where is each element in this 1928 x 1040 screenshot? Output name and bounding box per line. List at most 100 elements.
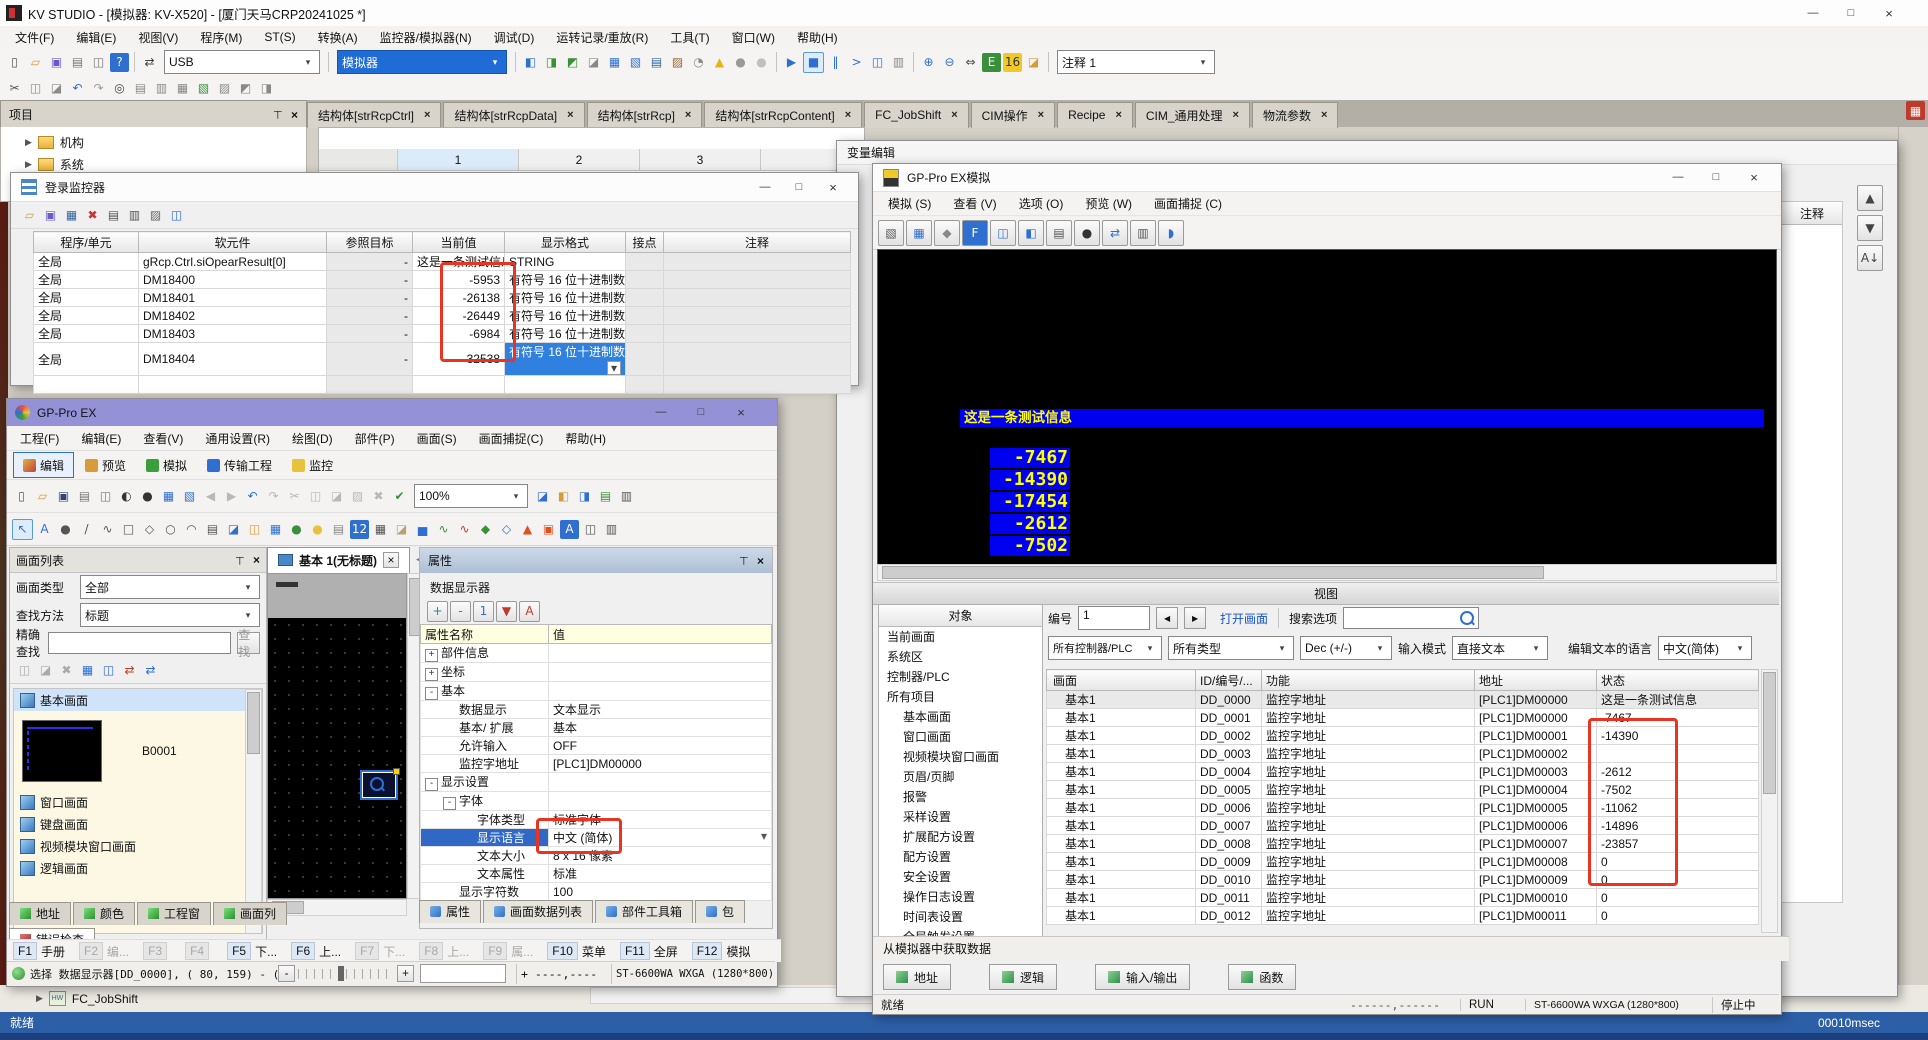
format-combo[interactable]: Dec (+/-) [1300, 636, 1392, 660]
label-icon[interactable]: ▤ [131, 79, 150, 98]
property-row[interactable]: -显示设置 [421, 773, 772, 792]
zoom-value-box[interactable] [420, 964, 506, 983]
maximize-button[interactable]: □ [782, 176, 816, 198]
object-panel-header[interactable]: 对象 [879, 605, 1042, 627]
search-method-combo[interactable]: 标题 [80, 603, 260, 627]
document-tab[interactable]: FC_JobShift× [864, 102, 968, 128]
expand-arrow-icon[interactable]: ▶ [36, 993, 43, 1004]
convert-blue-icon[interactable]: ⇄ [141, 661, 160, 680]
search-button[interactable]: 查找 [237, 632, 260, 654]
function-key[interactable]: F5下... [227, 942, 277, 960]
list-icon[interactable]: ▥ [152, 79, 171, 98]
device-row[interactable]: 全局 gRcp.Ctrl.siOpearResult[0] - 这是一条测试信息… [34, 253, 851, 271]
address-row[interactable]: 基本1 DD_0001 监控字地址 [PLC1]DM00000 -7467 [1047, 709, 1759, 727]
image-tool-icon[interactable]: ◪ [224, 520, 243, 539]
function-key[interactable]: F9属... [483, 942, 533, 960]
package-icon[interactable]: ◐ [117, 487, 136, 506]
select-cursor-icon[interactable]: ↖ [12, 519, 33, 540]
numeric-12-icon[interactable]: 12 [350, 520, 369, 539]
object-child-item[interactable]: 时间表设置 [879, 907, 1042, 927]
function-key[interactable]: F11全屏 [620, 942, 678, 960]
expand-box-icon[interactable]: + [425, 668, 438, 681]
undo-icon[interactable]: ↶ [243, 487, 262, 506]
screen-number-input[interactable]: 1 [1078, 606, 1150, 630]
expand-all-icon[interactable]: + [427, 601, 448, 622]
function-key[interactable]: F10菜单 [547, 942, 606, 960]
dock-tab[interactable]: 画面列 [213, 902, 287, 925]
menu-item[interactable]: 转换(A) [307, 26, 369, 49]
read-plc-icon[interactable]: ◨ [542, 53, 561, 72]
object-item[interactable]: 系统区 [879, 647, 1042, 667]
menu-item[interactable]: 查看 (V) [942, 192, 1007, 215]
paste-icon[interactable]: ◪ [47, 79, 66, 98]
film-strip-icon[interactable]: ▥ [1130, 220, 1156, 246]
function-key[interactable]: F4 [185, 942, 213, 960]
screen-group-window[interactable]: 窗口画面 [14, 791, 262, 813]
screen-group-keyboard[interactable]: 键盘画面 [14, 813, 262, 835]
monitor-screen-icon[interactable]: ▦ [78, 661, 97, 680]
device-monitor-icon[interactable]: ▨ [668, 53, 687, 72]
address-row[interactable]: 基本1 DD_0010 监控字地址 [PLC1]DM00009 0 [1047, 871, 1759, 889]
alarm-part-icon[interactable]: ▲ [518, 520, 537, 539]
copy-icon[interactable]: ◫ [306, 487, 325, 506]
object-child-item[interactable]: 安全设置 [879, 867, 1042, 887]
menu-item[interactable]: 工具(T) [659, 26, 720, 49]
paste-icon[interactable]: ◪ [327, 487, 346, 506]
function-key[interactable]: F7下... [355, 942, 405, 960]
canvas-tab[interactable]: 基本 1(无标题) × [267, 547, 410, 573]
screen-group-logic[interactable]: 逻辑画面 [14, 857, 262, 879]
dot-tool-icon[interactable]: ● [56, 520, 75, 539]
open-folder-icon[interactable]: ▱ [20, 206, 39, 225]
menu-item[interactable]: 画面捕捉(C) [468, 427, 555, 450]
screen-list-scrollbar[interactable] [245, 689, 262, 934]
property-row[interactable]: 基本/ 扩展 基本 [421, 719, 772, 737]
exact-search-input[interactable] [48, 632, 231, 654]
property-row[interactable]: 字体类型 标准字体 [421, 811, 772, 829]
object-child-item[interactable]: 基本画面 [879, 707, 1042, 727]
monitor-grid-icon[interactable]: ▦ [605, 53, 624, 72]
copy-screen-icon[interactable]: ◫ [15, 661, 34, 680]
close-tab-icon[interactable]: × [1115, 109, 1121, 121]
document-tab[interactable]: CIM操作× [971, 102, 1055, 128]
mode-button[interactable]: 传输工程 [198, 453, 281, 477]
filter-abc-icon[interactable]: A [519, 601, 540, 622]
expand-box-icon[interactable]: - [425, 778, 438, 791]
zoom-in-icon[interactable]: ⊕ [919, 53, 938, 72]
panel-tab[interactable]: 画面数据列表 [483, 900, 593, 923]
undo-icon[interactable]: ↶ [68, 79, 87, 98]
camera-icon[interactable]: ● [138, 487, 157, 506]
run-icon[interactable]: ▶ [782, 53, 801, 72]
function-key[interactable]: F2编... [79, 942, 129, 960]
panel-tab[interactable]: 部件工具箱 [595, 900, 693, 923]
ladder-e-icon[interactable]: E [982, 53, 1001, 72]
expand-box-icon[interactable]: - [443, 797, 456, 810]
menu-item[interactable]: 视图(V) [127, 26, 189, 49]
object-item[interactable]: 所有项目 [879, 687, 1042, 707]
menu-item[interactable]: 部件(P) [344, 427, 406, 450]
menu-item[interactable]: 窗口(W) [721, 26, 786, 49]
comment-edit-icon[interactable]: ▧ [194, 79, 213, 98]
zoom-out-button[interactable]: - [278, 965, 295, 982]
device-row[interactable]: 全局 DM18401 - -26138 有符号 16 位十进制数 [34, 289, 851, 307]
insert-row-icon[interactable]: ▥ [125, 206, 144, 225]
new-screen-icon[interactable]: ▦ [159, 487, 178, 506]
next-screen-button[interactable]: ▶ [1184, 607, 1206, 629]
expand-arrow-icon[interactable]: ▶ [25, 137, 32, 148]
open-folder-icon[interactable]: ▱ [26, 53, 45, 72]
menu-item[interactable]: 程序(M) [189, 26, 253, 49]
address-row[interactable]: 基本1 DD_0012 监控字地址 [PLC1]DM00011 0 [1047, 907, 1759, 925]
target-part-icon[interactable]: ◇ [497, 520, 516, 539]
object-child-item[interactable]: 页眉/页脚 [879, 767, 1042, 787]
split-horizontal-icon[interactable]: ◫ [990, 220, 1016, 246]
document-tab[interactable]: 结构体[strRcpData]× [443, 102, 584, 128]
duplicate-icon[interactable]: ▨ [348, 487, 367, 506]
table-tool-icon[interactable]: ▦ [266, 520, 285, 539]
sound-icon[interactable]: ◗ [1158, 220, 1184, 246]
find-device-icon[interactable]: ▦ [62, 206, 81, 225]
menu-item[interactable]: 调试(D) [483, 26, 546, 49]
device-row[interactable]: 全局 DM18402 - -26449 有符号 16 位十进制数 [34, 307, 851, 325]
property-row[interactable]: 监控字地址 [PLC1]DM00000 [421, 755, 772, 773]
menu-item[interactable]: 模拟 (S) [877, 192, 942, 215]
property-row[interactable]: 允许输入 OFF [421, 737, 772, 755]
cut-icon[interactable]: ✂ [285, 487, 304, 506]
